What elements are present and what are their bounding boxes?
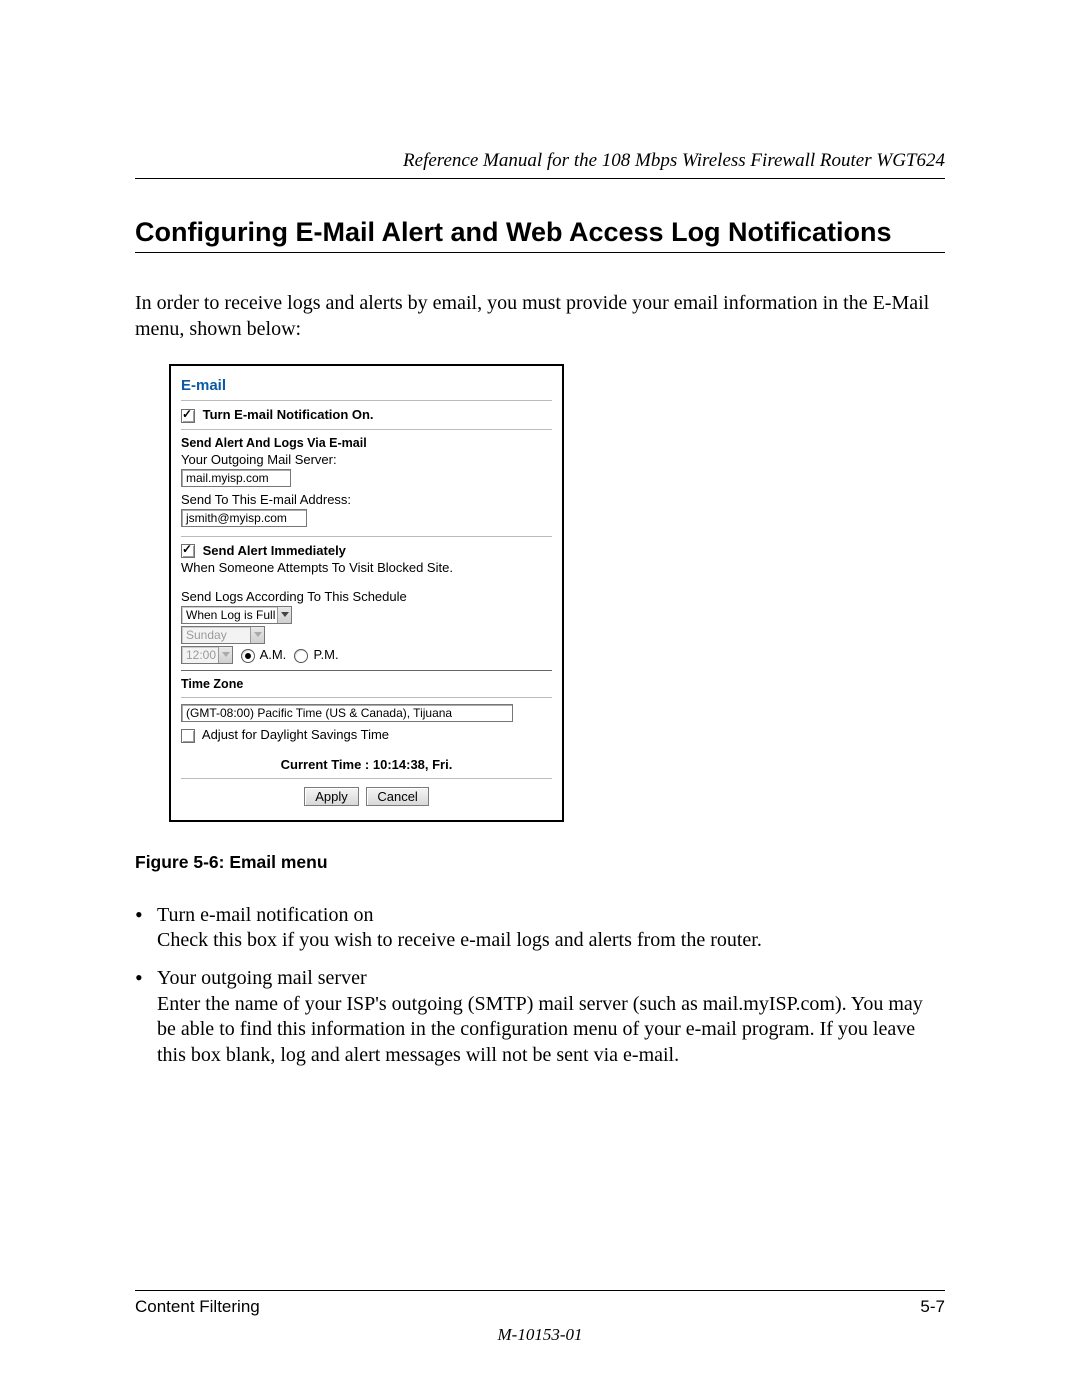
chevron-down-icon xyxy=(250,627,264,643)
running-header: Reference Manual for the 108 Mbps Wirele… xyxy=(135,150,945,179)
chevron-down-icon xyxy=(277,607,291,623)
figure-caption: Figure 5-6: Email menu xyxy=(135,852,945,873)
turn-on-label: Turn E-mail Notification On. xyxy=(203,407,374,422)
pm-radio[interactable] xyxy=(294,649,308,663)
alert-immediate-desc: When Someone Attempts To Visit Blocked S… xyxy=(181,560,552,575)
footer: Content Filtering 5-7 xyxy=(135,1290,945,1317)
schedule-dropdown[interactable]: When Log is Full xyxy=(181,606,292,624)
day-dropdown[interactable]: Sunday xyxy=(181,626,265,644)
section-title: Configuring E-Mail Alert and Web Access … xyxy=(135,217,945,253)
bullet-lead: Turn e-mail notification on xyxy=(157,904,373,926)
bullet-body: Enter the name of your ISP's outgoing (S… xyxy=(157,993,923,1066)
send-to-label: Send To This E-mail Address: xyxy=(181,492,552,507)
time-dropdown[interactable]: 12:00 xyxy=(181,646,233,664)
day-value: Sunday xyxy=(186,628,227,642)
timezone-value[interactable]: (GMT-08:00) Pacific Time (US & Canada), … xyxy=(181,704,513,722)
am-label: A.M. xyxy=(260,647,287,662)
pm-label: P.M. xyxy=(314,647,339,662)
bullet-lead: Your outgoing mail server xyxy=(157,967,367,989)
turn-on-checkbox[interactable] xyxy=(181,409,195,423)
schedule-label: Send Logs According To This Schedule xyxy=(181,589,552,604)
time-value: 12:00 xyxy=(186,648,216,662)
bullet-list: Turn e-mail notification on Check this b… xyxy=(135,903,945,1069)
am-radio[interactable] xyxy=(241,649,255,663)
footer-page: 5-7 xyxy=(920,1297,945,1317)
schedule-value: When Log is Full xyxy=(186,608,275,622)
list-item: Turn e-mail notification on Check this b… xyxy=(157,903,945,954)
chevron-down-icon xyxy=(218,647,232,663)
send-to-input[interactable]: jsmith@myisp.com xyxy=(181,509,307,527)
outgoing-server-label: Your Outgoing Mail Server: xyxy=(181,452,552,467)
footer-section: Content Filtering xyxy=(135,1297,260,1317)
alert-immediate-checkbox[interactable] xyxy=(181,544,195,558)
current-time: Current Time : 10:14:38, Fri. xyxy=(181,757,552,772)
panel-title: E-mail xyxy=(181,377,552,394)
dst-label: Adjust for Daylight Savings Time xyxy=(202,727,389,742)
list-item: Your outgoing mail server Enter the name… xyxy=(157,966,945,1068)
cancel-button[interactable]: Cancel xyxy=(366,787,428,806)
dst-checkbox[interactable] xyxy=(181,729,195,743)
apply-button[interactable]: Apply xyxy=(304,787,359,806)
outgoing-server-input[interactable]: mail.myisp.com xyxy=(181,469,291,487)
document-number: M-10153-01 xyxy=(0,1325,1080,1345)
alert-immediate-label: Send Alert Immediately xyxy=(203,543,346,558)
intro-paragraph: In order to receive logs and alerts by e… xyxy=(135,291,945,342)
send-via-heading: Send Alert And Logs Via E-mail xyxy=(181,436,552,450)
bullet-body: Check this box if you wish to receive e-… xyxy=(157,929,762,951)
email-config-panel: E-mail Turn E-mail Notification On. Send… xyxy=(169,364,564,822)
timezone-heading: Time Zone xyxy=(181,677,552,691)
